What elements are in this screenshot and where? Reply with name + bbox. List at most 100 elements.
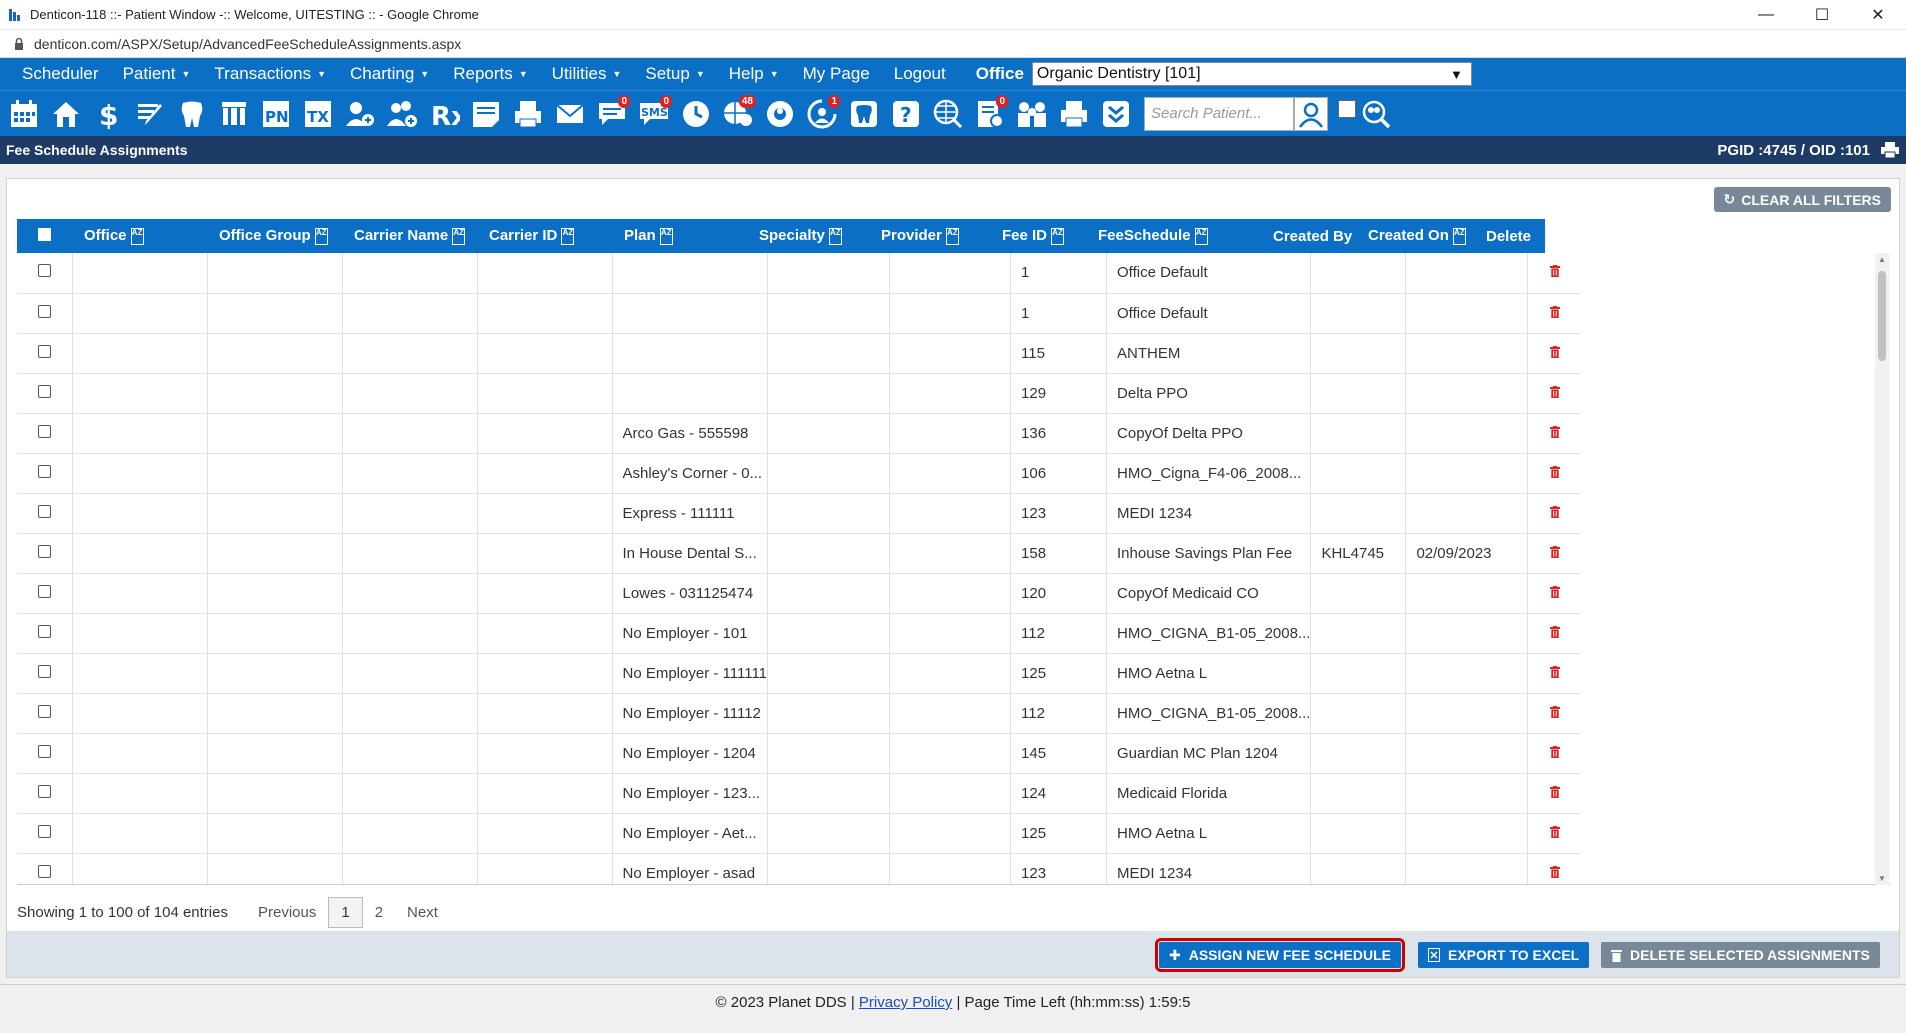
row-checkbox[interactable] bbox=[37, 384, 51, 398]
row-checkbox[interactable] bbox=[37, 304, 51, 318]
delete-row-icon[interactable] bbox=[1549, 585, 1560, 598]
search-patient-input[interactable]: Search Patient... bbox=[1144, 96, 1294, 131]
print-icon[interactable] bbox=[1880, 141, 1900, 159]
menu-my-page[interactable]: My Page bbox=[791, 58, 882, 90]
delete-row-icon[interactable] bbox=[1549, 865, 1560, 878]
sort-icon[interactable]: AZ bbox=[945, 227, 959, 245]
group-search-icon[interactable] bbox=[1356, 94, 1396, 134]
table-row[interactable]: No Employer - asad 123 MEDI 1234 bbox=[17, 853, 1581, 884]
delete-row-icon[interactable] bbox=[1549, 265, 1560, 278]
menu-charting[interactable]: Charting ▼ bbox=[338, 58, 441, 90]
delete-row-icon[interactable] bbox=[1549, 785, 1560, 798]
col-carrier-id[interactable]: Carrier ID AZ bbox=[477, 219, 612, 253]
table-row[interactable]: No Employer - 101 112 HMO_CIGNA_B1-05_2008… bbox=[17, 613, 1581, 654]
delete-row-icon[interactable] bbox=[1549, 505, 1560, 518]
row-checkbox[interactable] bbox=[37, 784, 51, 798]
prescription-icon[interactable]: Rx bbox=[424, 94, 464, 134]
add-family-icon[interactable] bbox=[382, 94, 422, 134]
row-checkbox[interactable] bbox=[37, 704, 51, 718]
delete-row-icon[interactable] bbox=[1549, 305, 1560, 318]
sort-icon[interactable]: AZ bbox=[828, 227, 842, 245]
table-row[interactable]: 129 Delta PPO bbox=[17, 373, 1581, 414]
table-row[interactable]: Express - 111111 123 MEDI 1234 bbox=[17, 493, 1581, 534]
mail-icon[interactable] bbox=[550, 94, 590, 134]
sort-icon[interactable]: AZ bbox=[130, 227, 144, 245]
row-checkbox[interactable] bbox=[37, 264, 51, 278]
table-row[interactable]: No Employer - 1204 145 Guardian MC Plan 12… bbox=[17, 733, 1581, 774]
delete-row-icon[interactable] bbox=[1549, 465, 1560, 478]
home-icon[interactable] bbox=[46, 94, 86, 134]
table-row[interactable]: 1 Office Default bbox=[17, 253, 1581, 294]
row-checkbox[interactable] bbox=[37, 824, 51, 838]
menu-setup[interactable]: Setup ▼ bbox=[633, 58, 716, 90]
row-checkbox[interactable] bbox=[37, 744, 51, 758]
progress-notes-icon[interactable]: PN bbox=[256, 94, 296, 134]
help-icon[interactable]: ? bbox=[886, 94, 926, 134]
document-print-icon[interactable] bbox=[508, 94, 548, 134]
col-carrier-name[interactable]: Carrier Name AZ bbox=[342, 219, 477, 253]
col-office[interactable]: Office AZ bbox=[72, 219, 207, 253]
menu-scheduler[interactable]: Scheduler bbox=[10, 58, 111, 90]
close-icon[interactable]: ✕ bbox=[1850, 0, 1906, 30]
table-row[interactable]: 115 ANTHEM bbox=[17, 333, 1581, 374]
toolbar-checkbox[interactable] bbox=[1338, 99, 1356, 118]
office-select[interactable]: Organic Dentistry [101] ▼ bbox=[1031, 62, 1472, 86]
menu-logout[interactable]: Logout bbox=[882, 58, 958, 90]
col-office-group[interactable]: Office Group AZ bbox=[207, 219, 342, 253]
table-row[interactable]: Ashley's Corner - 0... 106 HMO_Cigna_F4-06… bbox=[17, 453, 1581, 494]
table-row[interactable]: Arco Gas - 555598 136 CopyOf Delta PPO bbox=[17, 413, 1581, 454]
delete-row-icon[interactable] bbox=[1549, 425, 1560, 438]
page-2-button[interactable]: 2 bbox=[363, 898, 395, 927]
scroll-down-icon[interactable]: ▼ bbox=[1878, 874, 1886, 883]
delete-row-icon[interactable] bbox=[1549, 345, 1560, 358]
table-row[interactable]: No Employer - 111111 125 HMO Aetna L bbox=[17, 653, 1581, 694]
minimize-icon[interactable]: — bbox=[1738, 0, 1794, 30]
previous-page-button[interactable]: Previous bbox=[246, 898, 328, 927]
row-checkbox[interactable] bbox=[37, 424, 51, 438]
delete-row-icon[interactable] bbox=[1549, 385, 1560, 398]
table-row[interactable]: No Employer - 123... 124 Medicaid Florida bbox=[17, 773, 1581, 814]
support-icon[interactable] bbox=[760, 94, 800, 134]
web-icon[interactable] bbox=[928, 94, 968, 134]
globe-users-icon[interactable]: 48 bbox=[718, 94, 758, 134]
scroll-up-icon[interactable]: ▲ bbox=[1878, 255, 1886, 264]
calendar-icon[interactable] bbox=[4, 94, 44, 134]
menu-help[interactable]: Help ▼ bbox=[717, 58, 791, 90]
add-patient-icon[interactable] bbox=[340, 94, 380, 134]
menu-transactions[interactable]: Transactions ▼ bbox=[202, 58, 338, 90]
menu-patient[interactable]: Patient ▼ bbox=[111, 58, 203, 90]
col-created-on[interactable]: Created On AZ bbox=[1356, 219, 1478, 253]
col-plan[interactable]: Plan AZ bbox=[612, 219, 747, 253]
address-bar[interactable]: denticon.com/ASPX/Setup/AdvancedFeeSched… bbox=[0, 30, 1906, 58]
row-checkbox[interactable] bbox=[37, 864, 51, 878]
export-to-excel-button[interactable]: EXPORT TO EXCEL bbox=[1418, 942, 1590, 968]
col-provider[interactable]: Provider AZ bbox=[869, 219, 990, 253]
delete-row-icon[interactable] bbox=[1549, 625, 1560, 638]
row-checkbox[interactable] bbox=[37, 584, 51, 598]
tooth-chart-icon[interactable] bbox=[844, 94, 884, 134]
row-checkbox[interactable] bbox=[37, 344, 51, 358]
sort-icon[interactable]: AZ bbox=[314, 227, 328, 245]
privacy-policy-link[interactable]: Privacy Policy bbox=[859, 994, 952, 1011]
treatment-icon[interactable]: TX bbox=[298, 94, 338, 134]
assign-new-fee-schedule-button[interactable]: ✚ ASSIGN NEW FEE SCHEDULE bbox=[1155, 938, 1405, 972]
col-fee-schedule[interactable]: FeeSchedule AZ bbox=[1086, 219, 1261, 253]
teeth-icon[interactable] bbox=[214, 94, 254, 134]
refresh-user-icon[interactable]: 1 bbox=[802, 94, 842, 134]
delete-row-icon[interactable] bbox=[1549, 705, 1560, 718]
delete-row-icon[interactable] bbox=[1549, 665, 1560, 678]
col-specialty[interactable]: Specialty AZ bbox=[747, 219, 869, 253]
edit-notes-icon[interactable] bbox=[130, 94, 170, 134]
notes-icon[interactable] bbox=[466, 94, 506, 134]
row-checkbox[interactable] bbox=[37, 624, 51, 638]
tooth-icon[interactable] bbox=[172, 94, 212, 134]
scrollbar-thumb[interactable] bbox=[1878, 271, 1886, 361]
table-row[interactable]: Lowes - 031125474 120 CopyOf Medicaid CO bbox=[17, 573, 1581, 614]
row-checkbox[interactable] bbox=[37, 504, 51, 518]
family-icon[interactable] bbox=[1012, 94, 1052, 134]
collapse-icon[interactable] bbox=[1096, 94, 1136, 134]
clear-all-filters-button[interactable]: ↻ CLEAR ALL FILTERS bbox=[1713, 187, 1891, 212]
sort-icon[interactable]: AZ bbox=[561, 227, 575, 245]
patient-search-icon[interactable] bbox=[1294, 96, 1328, 131]
table-row[interactable]: 1 Office Default bbox=[17, 293, 1581, 334]
